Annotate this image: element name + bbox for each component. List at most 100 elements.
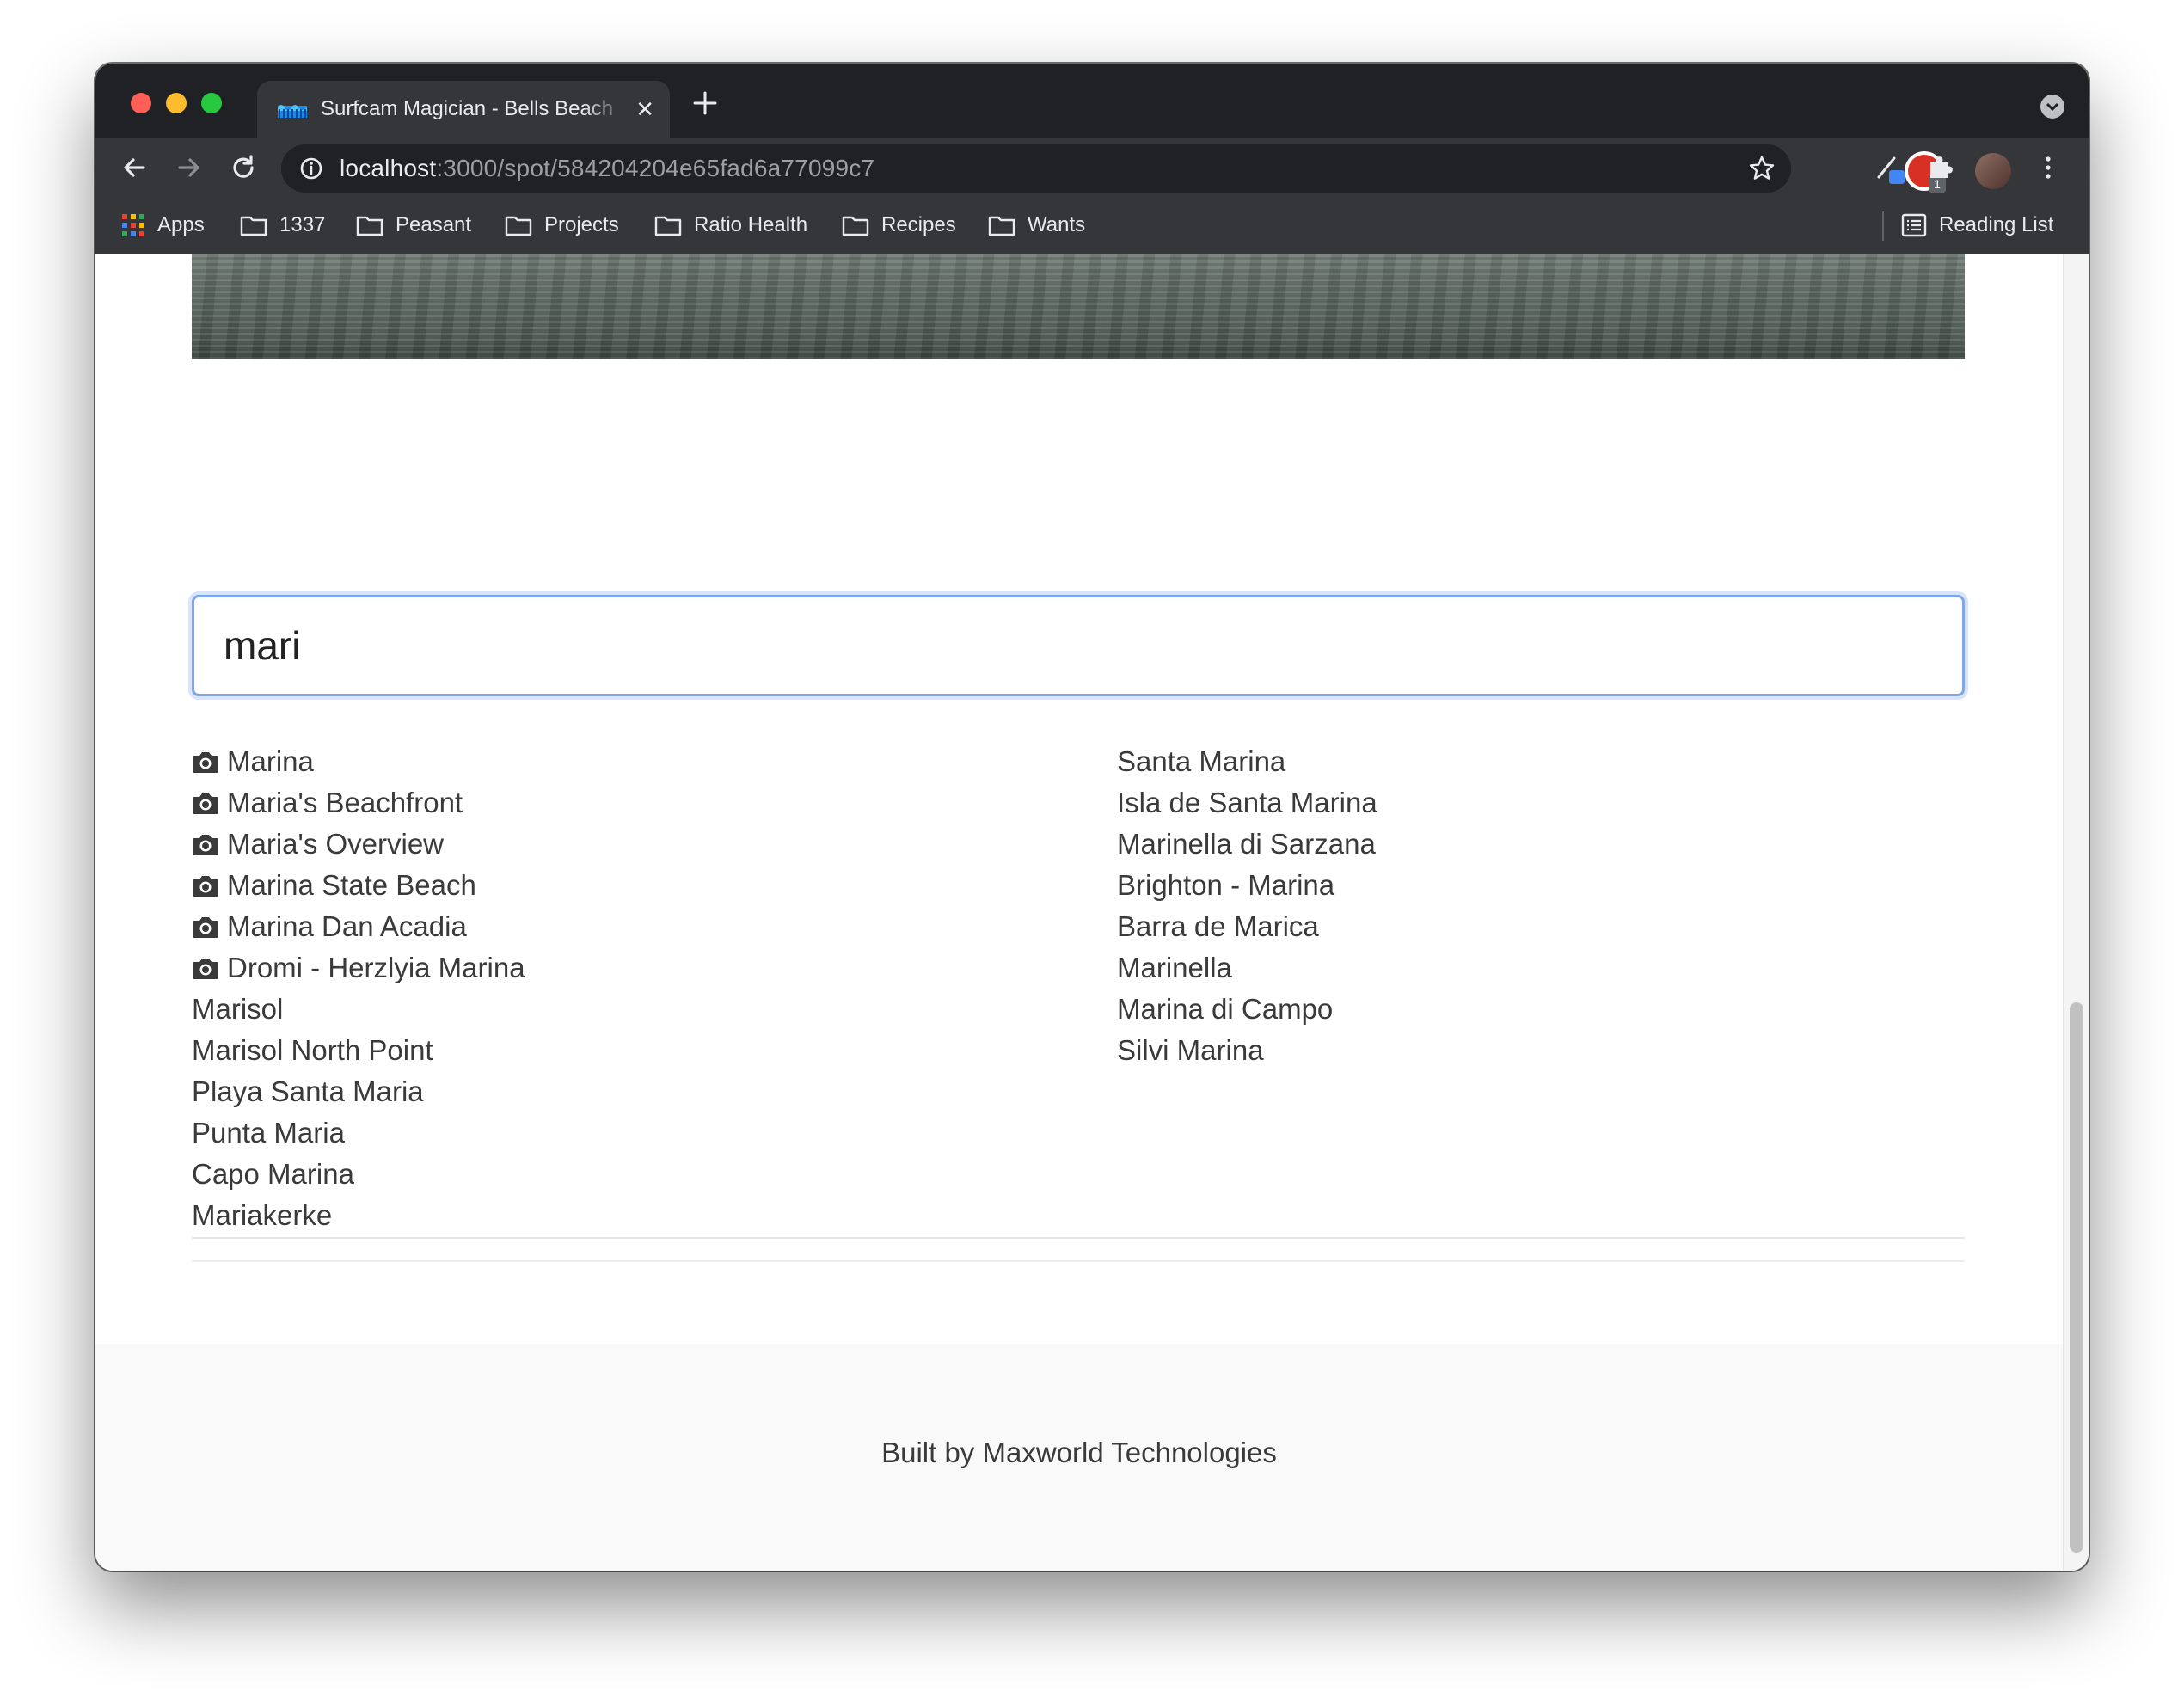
search-result-label: Isla de Santa Marina xyxy=(1117,787,1377,818)
bookmark-folder-ratio-health[interactable]: Ratio Health xyxy=(654,213,807,237)
search-result-label: Brighton - Marina xyxy=(1117,869,1335,901)
url-text: localhost:3000/spot/584204204e65fad6a770… xyxy=(340,155,875,181)
page-viewport: Marina Maria's Beachfront Maria's Overview… xyxy=(95,254,2089,1571)
bookmark-folder-peasant[interactable]: Peasant xyxy=(356,213,471,237)
search-result-item[interactable]: Playa Santa Maria xyxy=(192,1071,525,1112)
search-result-label: Capo Marina xyxy=(192,1158,354,1190)
reading-list-icon xyxy=(1901,213,1927,237)
tab-search-icon[interactable] xyxy=(2040,95,2064,119)
search-result-item[interactable]: Dromi - Herzlyia Marina xyxy=(192,947,525,989)
bookmark-label: Projects xyxy=(544,213,619,236)
search-result-label: Marinella di Sarzana xyxy=(1117,828,1376,860)
bookmark-label: Wants xyxy=(1028,213,1086,236)
back-arrow-icon[interactable] xyxy=(120,153,149,182)
search-result-item[interactable]: Isla de Santa Marina xyxy=(1117,782,1377,824)
search-result-label: Silvi Marina xyxy=(1117,1034,1264,1066)
browser-toolbar: localhost:3000/spot/584204204e65fad6a770… xyxy=(95,138,2089,198)
surfcam-image xyxy=(192,254,1965,359)
search-result-item[interactable]: Marina Dan Acadia xyxy=(192,906,525,947)
search-result-item[interactable]: Barra de Marica xyxy=(1117,906,1377,947)
search-result-item[interactable]: Marisol xyxy=(192,989,525,1030)
bookmark-star-icon[interactable] xyxy=(1748,155,1776,182)
folder-icon xyxy=(654,216,682,236)
pen-extension-icon[interactable] xyxy=(1874,151,1908,186)
bookmark-label: Apps xyxy=(157,213,205,236)
title-bar: Surfcam Magician - Bells Beach ✕ xyxy=(95,64,2089,138)
camera-icon xyxy=(193,752,218,773)
camera-icon xyxy=(193,793,218,814)
wave-favicon-icon xyxy=(278,105,307,118)
divider xyxy=(192,1260,1965,1262)
folder-icon xyxy=(505,216,532,236)
search-result-label: Barra de Marica xyxy=(1117,910,1319,942)
scrollbar-track[interactable] xyxy=(2063,254,2089,1571)
search-result-item[interactable]: Maria's Overview xyxy=(192,824,525,865)
minimize-window-button[interactable] xyxy=(166,93,187,113)
search-result-label: Santa Marina xyxy=(1117,745,1286,777)
camera-icon xyxy=(193,959,218,979)
search-result-label: Marisol xyxy=(192,993,284,1025)
close-tab-icon[interactable]: ✕ xyxy=(635,98,654,120)
new-tab-icon[interactable] xyxy=(691,89,719,117)
reading-list-button[interactable]: Reading List xyxy=(1901,213,2053,237)
search-result-item[interactable]: Maria's Beachfront xyxy=(192,782,525,824)
apps-grid-icon xyxy=(122,214,144,236)
scrollbar-thumb[interactable] xyxy=(2070,1002,2083,1553)
active-tab[interactable]: Surfcam Magician - Bells Beach ✕ xyxy=(257,81,670,138)
folder-icon xyxy=(842,216,869,236)
folder-icon xyxy=(356,216,383,236)
search-result-label: Marinella xyxy=(1117,952,1232,983)
camera-icon xyxy=(193,835,218,855)
browser-window: Surfcam Magician - Bells Beach ✕ localho… xyxy=(95,64,2089,1571)
search-result-label: Marina di Campo xyxy=(1117,993,1334,1025)
maximize-window-button[interactable] xyxy=(201,93,222,113)
search-result-label: Mariakerke xyxy=(192,1199,333,1231)
profile-avatar[interactable] xyxy=(1975,153,2011,189)
bookmark-label: Recipes xyxy=(881,213,956,236)
search-result-label: Playa Santa Maria xyxy=(192,1075,424,1107)
bookmark-folder-recipes[interactable]: Recipes xyxy=(842,213,956,237)
reload-icon[interactable] xyxy=(229,153,258,182)
search-result-item[interactable]: Brighton - Marina xyxy=(1117,865,1377,906)
divider xyxy=(192,1237,1965,1239)
search-result-item[interactable]: Marina State Beach xyxy=(192,865,525,906)
search-result-label: Dromi - Herzlyia Marina xyxy=(227,952,525,983)
search-result-label: Marina xyxy=(227,745,314,777)
close-window-button[interactable] xyxy=(131,93,151,113)
results-column-left: Marina Maria's Beachfront Maria's Overview… xyxy=(192,741,525,1236)
reading-list-label: Reading List xyxy=(1939,213,2054,236)
results-column-right: Santa Marina Isla de Santa Marina Marinell… xyxy=(1117,741,1377,1071)
search-result-item[interactable]: Punta Maria xyxy=(192,1112,525,1154)
search-result-item[interactable]: Capo Marina xyxy=(192,1154,525,1195)
search-result-item[interactable]: Santa Marina xyxy=(1117,741,1377,782)
search-result-item[interactable]: Marinella xyxy=(1117,947,1377,989)
folder-icon xyxy=(988,216,1015,236)
footer-credit: Built by Maxworld Technologies xyxy=(881,1437,1277,1468)
address-bar[interactable]: localhost:3000/spot/584204204e65fad6a770… xyxy=(281,144,1791,193)
bookmark-folder-projects[interactable]: Projects xyxy=(505,213,619,237)
bookmark-label: 1337 xyxy=(279,213,326,236)
search-result-label: Marina State Beach xyxy=(227,869,476,901)
search-result-item[interactable]: Marisol North Point xyxy=(192,1030,525,1071)
spot-search-input[interactable] xyxy=(192,595,1965,696)
search-result-label: Punta Maria xyxy=(192,1117,345,1149)
forward-arrow-icon[interactable] xyxy=(175,153,204,182)
bookmarks-divider xyxy=(1882,211,1884,241)
bookmark-apps[interactable]: Apps xyxy=(121,213,205,237)
site-info-icon[interactable] xyxy=(298,156,324,181)
search-result-item[interactable]: Marinella di Sarzana xyxy=(1117,824,1377,865)
camera-icon xyxy=(193,917,218,938)
search-result-item[interactable]: Marina di Campo xyxy=(1117,989,1377,1030)
search-result-item[interactable]: Marina xyxy=(192,741,525,782)
more-menu-icon[interactable] xyxy=(2034,153,2063,182)
bookmark-label: Peasant xyxy=(396,213,472,236)
search-result-item[interactable]: Mariakerke xyxy=(192,1195,525,1236)
extensions-puzzle-icon[interactable] xyxy=(1925,151,1956,182)
search-result-label: Marina Dan Acadia xyxy=(227,910,467,942)
search-result-item[interactable]: Silvi Marina xyxy=(1117,1030,1377,1071)
tab-title: Surfcam Magician - Bells Beach xyxy=(321,97,614,120)
search-result-label: Maria's Beachfront xyxy=(227,787,463,818)
folder-icon xyxy=(240,216,267,236)
bookmark-folder-1337[interactable]: 1337 xyxy=(240,213,325,237)
bookmark-folder-wants[interactable]: Wants xyxy=(988,213,1085,237)
